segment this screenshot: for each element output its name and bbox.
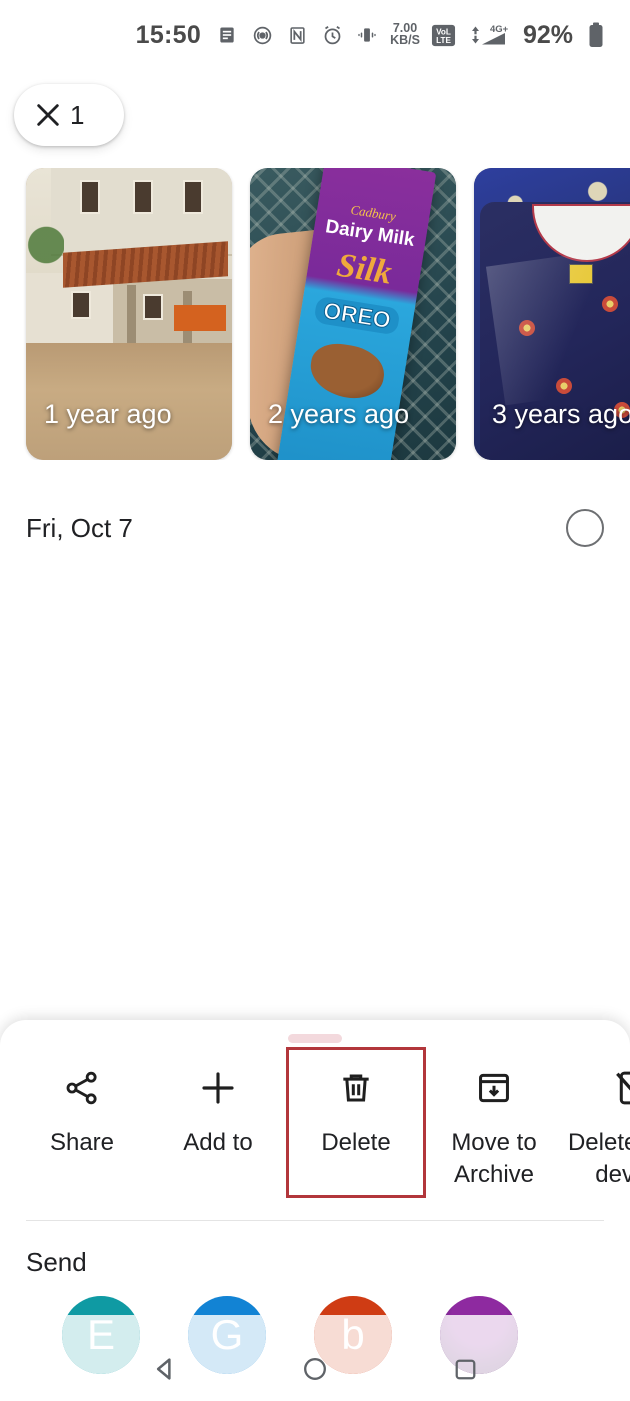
share-label: Share [49,1129,115,1156]
send-section-title: Send [26,1247,87,1278]
delete-from-device-icon [611,1065,630,1111]
date-header-row: Fri, Oct 7 [0,504,630,552]
svg-text:4G+: 4G+ [490,24,508,35]
delete-action[interactable]: Delete [286,1047,426,1199]
add-to-action[interactable]: Add to [150,1047,286,1198]
battery-percent: 92% [522,20,573,49]
memory-card[interactable]: Cadbury Dairy Milk Silk OREO 2 years ago [250,168,456,460]
system-navigation-bar [0,1337,630,1401]
recents-square-icon[interactable] [444,1348,486,1390]
hotspot-icon [250,22,274,48]
selection-count: 1 [70,99,85,130]
memory-photo-plastic-sheen [485,246,630,406]
memory-photo-palm [26,220,64,281]
move-to-archive-label: Move to Archive [451,1129,537,1188]
notification-icon [215,22,239,48]
plus-icon [197,1065,239,1111]
home-circle-icon[interactable] [294,1348,336,1390]
memory-card[interactable]: 1 year ago [26,168,232,460]
date-label: Fri, Oct 7 [26,512,133,543]
delete-from-device-action[interactable]: Delete from device [562,1047,630,1198]
svg-text:VoL: VoL [437,27,452,36]
memory-photo-window [182,179,203,214]
volte-icon: VoL LTE [431,22,457,48]
memory-photo-window [79,179,100,214]
memory-photo-window [133,179,154,214]
share-action[interactable]: Share [14,1047,150,1198]
memory-label: 1 year ago [44,399,172,429]
nfc-icon [285,22,309,48]
move-to-archive-action[interactable]: Move to Archive [426,1047,562,1198]
back-triangle-icon[interactable] [144,1348,186,1390]
status-bar: 15:50 7.00 KB/S VoL LTE 4G+ 92% [0,0,630,70]
memory-card[interactable]: 3 years ago [474,168,630,460]
selection-pill[interactable]: 1 [14,84,124,146]
delete-label: Delete [321,1129,391,1156]
share-icon [62,1065,102,1111]
memories-carousel[interactable]: 1 year ago Cadbury Dairy Milk Silk OREO … [0,168,630,460]
battery-icon [584,22,608,48]
vibrate-icon [355,22,379,48]
trash-icon [337,1065,375,1111]
memory-label: 2 years ago [268,399,410,429]
archive-icon [475,1065,513,1111]
memory-photo-window [71,290,92,319]
selection-toolbar: 1 [0,70,630,146]
svg-text:LTE: LTE [437,36,452,45]
status-time: 15:50 [135,20,202,49]
data-rate-icon: 7.00 KB/S [390,22,420,47]
action-row: Share Add to Delete Move to Archive Dele… [0,1047,630,1199]
close-icon[interactable] [32,99,64,131]
memory-photo-post [126,284,136,350]
data-rate-unit: KB/S [390,33,420,47]
select-all-circle[interactable] [566,509,604,547]
memory-photo-window [143,293,164,320]
memory-photo-truck [174,305,226,332]
chocolate-piece [306,339,388,403]
drag-handle[interactable] [288,1034,342,1043]
alarm-icon [320,22,344,48]
signal-icon: 4G+ [468,22,508,48]
chocolate-product-line3: OREO [313,295,401,336]
delete-from-device-label: Delete from device [567,1129,630,1188]
add-to-label: Add to [183,1129,253,1156]
memory-label: 3 years ago [492,399,630,429]
